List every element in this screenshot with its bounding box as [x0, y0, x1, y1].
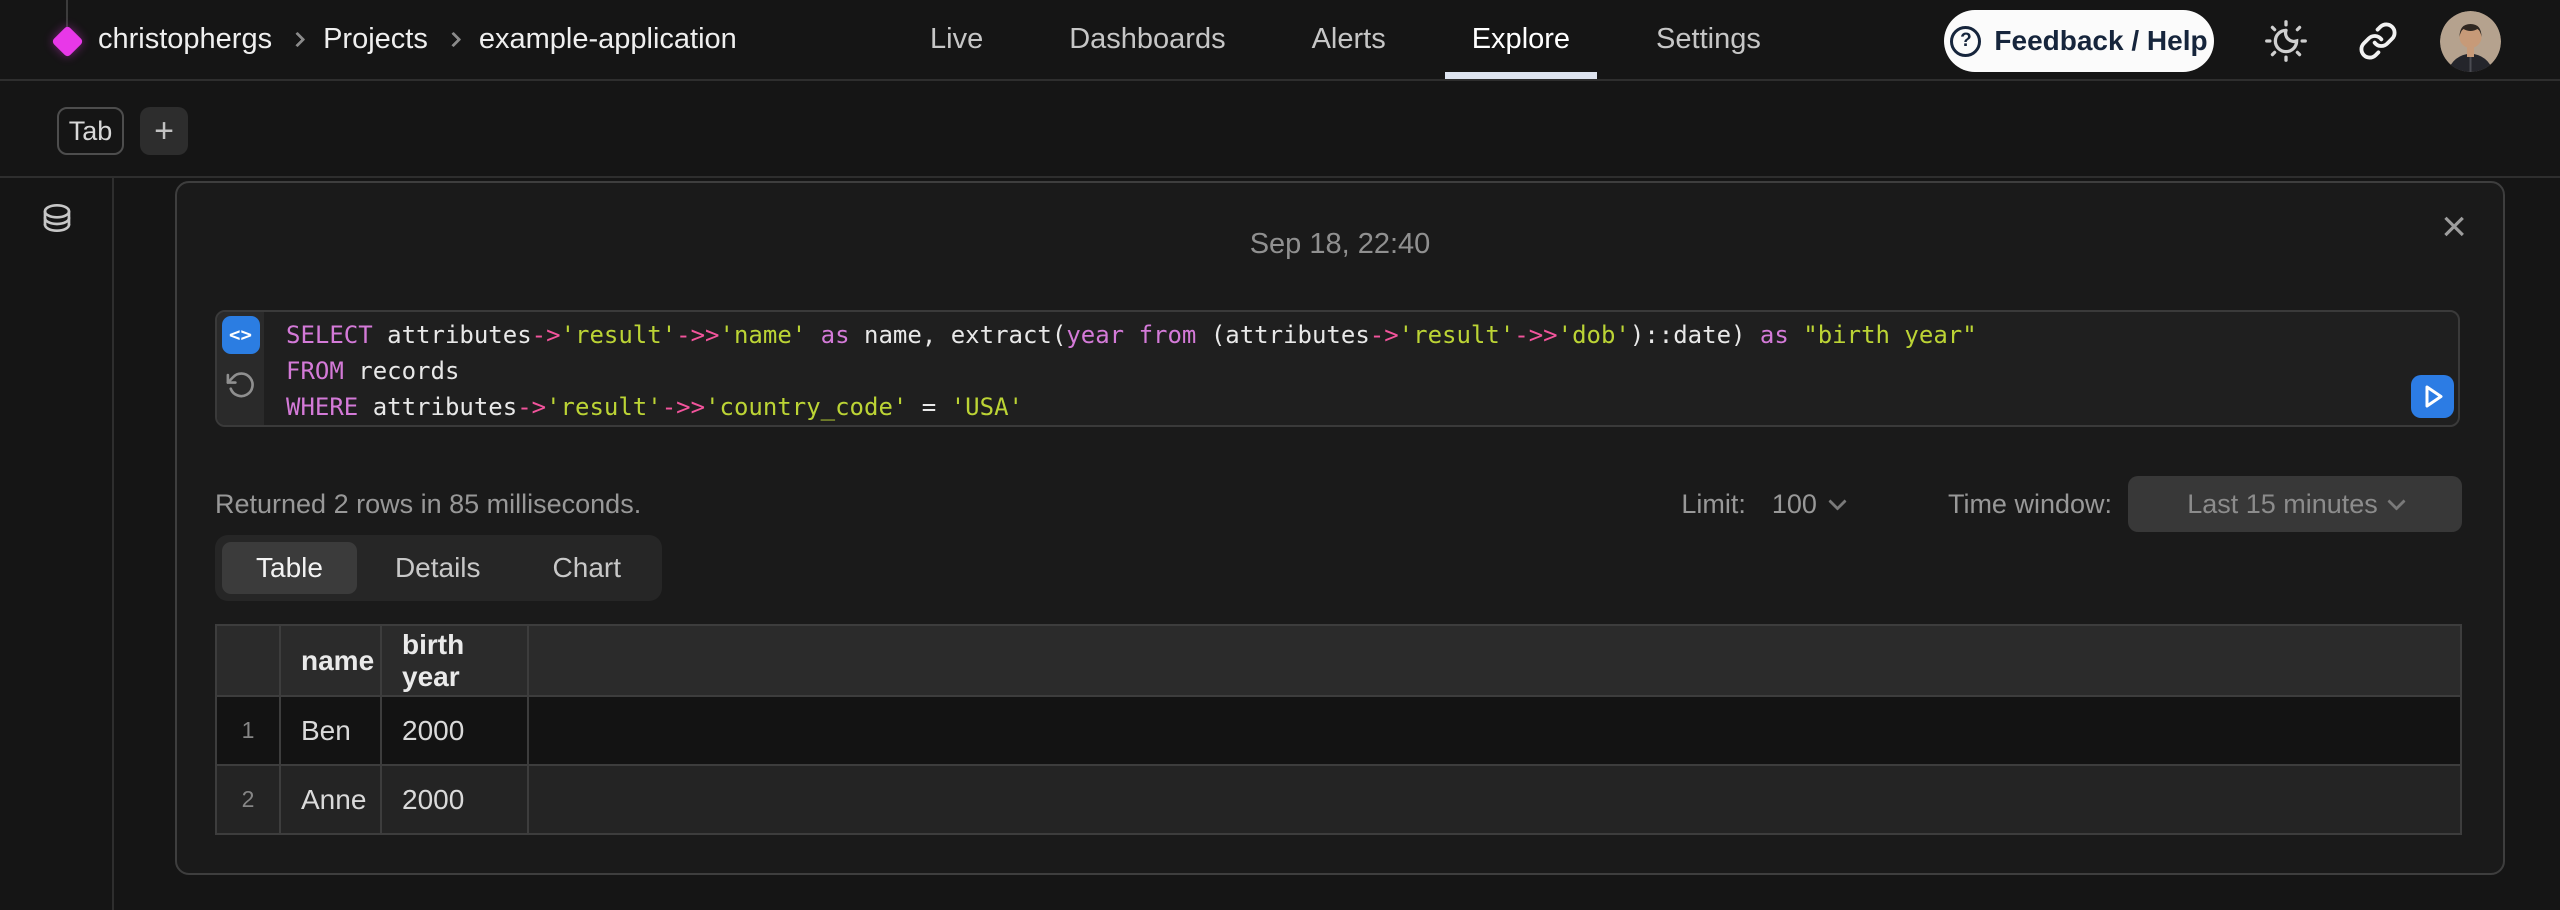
results-table: namebirth year 1Ben20002Anne2000: [215, 624, 2462, 835]
table-row: 2Anne2000: [216, 765, 2461, 834]
nav-item-dashboards[interactable]: Dashboards: [1069, 0, 1225, 79]
sql-editor: <> SELECT attributes->'result'->>'name' …: [215, 310, 2460, 427]
nav-item-live[interactable]: Live: [930, 0, 983, 79]
status-row: Returned 2 rows in 85 milliseconds. Limi…: [215, 475, 2462, 533]
close-icon[interactable]: ×: [2441, 205, 2467, 249]
row-number: 1: [216, 696, 280, 765]
nav-item-alerts[interactable]: Alerts: [1312, 0, 1386, 79]
query-result-card: Sep 18, 22:40 × <> SELECT attributes->'r…: [175, 181, 2505, 875]
top-navigation: christophergs Projects example-applicati…: [0, 0, 2560, 81]
column-header-filler: [528, 625, 2461, 696]
main-menu: Live Dashboards Alerts Explore Settings: [930, 0, 1761, 79]
app-logo-diamond[interactable]: [51, 25, 84, 58]
sql-code-input[interactable]: SELECT attributes->'result'->>'name' as …: [264, 312, 2458, 425]
logo-caret-line: [66, 0, 68, 28]
table-cell: 2000: [381, 696, 528, 765]
table-cell-filler: [528, 765, 2461, 834]
breadcrumb-projects[interactable]: Projects: [323, 23, 428, 56]
limit-label: Limit:: [1681, 489, 1746, 520]
code-mode-icon[interactable]: <>: [222, 316, 260, 354]
column-header: name: [280, 625, 381, 696]
table-cell: 2000: [381, 765, 528, 834]
limit-value: 100: [1772, 489, 1817, 520]
chevron-right-icon: [290, 32, 306, 48]
table-cell: Ben: [280, 696, 381, 765]
code-line: WHERE attributes->'result'->>'country_co…: [286, 389, 2458, 425]
database-icon[interactable]: [38, 200, 76, 244]
nav-item-explore[interactable]: Explore: [1472, 0, 1570, 79]
share-link-icon[interactable]: [2355, 18, 2401, 64]
column-header: birth year: [381, 625, 528, 696]
table-cell-filler: [528, 696, 2461, 765]
theme-toggle-sun-moon-icon[interactable]: [2263, 18, 2309, 64]
query-timestamp: Sep 18, 22:40: [177, 228, 2503, 261]
table-cell: Anne: [280, 765, 381, 834]
query-status-text: Returned 2 rows in 85 milliseconds.: [215, 489, 641, 520]
help-circle-icon: ?: [1950, 26, 1981, 57]
query-history-icon[interactable]: [226, 370, 256, 400]
view-tab-table[interactable]: Table: [222, 542, 357, 594]
query-controls: Limit: 100 Time window: Last 15 minutes: [1681, 476, 2462, 532]
editor-gutter: <>: [217, 312, 264, 425]
view-tab-chart[interactable]: Chart: [519, 542, 655, 594]
chevron-down-icon: [1828, 492, 1846, 510]
row-number: 2: [216, 765, 280, 834]
view-tab-details[interactable]: Details: [361, 542, 515, 594]
table-row: 1Ben2000: [216, 696, 2461, 765]
tab-button[interactable]: Tab: [57, 107, 124, 155]
chevron-down-icon: [2387, 492, 2405, 510]
user-avatar[interactable]: [2440, 11, 2501, 72]
breadcrumb-application[interactable]: example-application: [479, 23, 737, 56]
chevron-right-icon: [446, 32, 462, 48]
breadcrumb: christophergs Projects example-applicati…: [98, 0, 737, 79]
code-line: FROM records: [286, 353, 2458, 389]
breadcrumb-account[interactable]: christophergs: [98, 23, 272, 56]
column-header: [216, 625, 280, 696]
time-window-dropdown[interactable]: Last 15 minutes: [2128, 476, 2462, 532]
feedback-help-button[interactable]: ? Feedback / Help: [1944, 10, 2214, 72]
time-window-value: Last 15 minutes: [2187, 489, 2378, 520]
code-line: SELECT attributes->'result'->>'name' as …: [286, 317, 2458, 353]
result-view-tabs: TableDetailsChart: [215, 535, 662, 601]
run-query-button[interactable]: [2411, 375, 2454, 418]
add-tab-button[interactable]: +: [140, 107, 188, 155]
feedback-help-label: Feedback / Help: [1994, 25, 2207, 57]
limit-dropdown[interactable]: 100: [1772, 489, 1844, 520]
time-window-label: Time window:: [1948, 489, 2112, 520]
tab-strip: Tab +: [0, 81, 2560, 178]
left-sidebar: [0, 178, 114, 910]
table-header-row: namebirth year: [216, 625, 2461, 696]
nav-item-settings[interactable]: Settings: [1656, 0, 1761, 79]
